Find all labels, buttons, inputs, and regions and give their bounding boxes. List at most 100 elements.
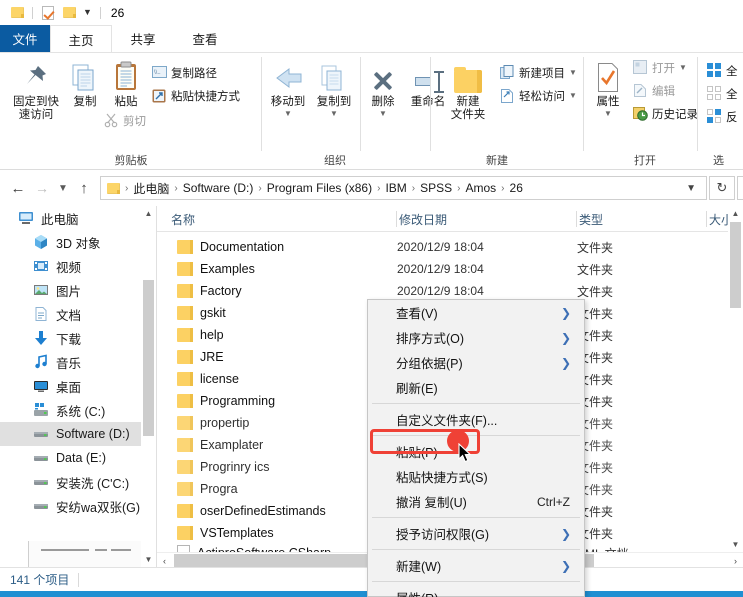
new-item-button[interactable]: 新建项目 ▼ — [500, 63, 577, 82]
tab-home[interactable]: 主页 — [50, 25, 112, 52]
open-button[interactable]: 打开 ▼ — [633, 58, 687, 77]
chevron-down-icon[interactable]: ▼ — [679, 63, 687, 72]
properties-doc-icon[interactable] — [39, 4, 57, 22]
column-header-type[interactable]: 类型 — [579, 206, 707, 232]
select-all-button[interactable]: 全 — [707, 61, 738, 80]
tab-share[interactable]: 共享 — [112, 25, 174, 52]
menu-item-refresh[interactable]: 刷新(E) — [368, 375, 584, 400]
forward-button[interactable]: → — [30, 176, 54, 200]
chevron-down-icon[interactable]: ▼ — [284, 109, 292, 118]
tab-view[interactable]: 查看 — [174, 25, 236, 52]
search-input[interactable] — [737, 176, 743, 200]
sidebar-item-music[interactable]: 音乐 — [0, 350, 156, 374]
file-list-vertical-scrollbar[interactable]: ▲ ▼ — [728, 206, 743, 552]
file-name-cell: VSTemplates — [177, 526, 274, 540]
move-to-button[interactable]: 移动到 ▼ — [265, 59, 311, 118]
new-folder-button[interactable]: 新建 文件夹 — [440, 59, 496, 122]
sidebar-item-install-drive[interactable]: 安装洗 (C'C:) — [0, 470, 156, 494]
breadcrumb-item-1[interactable]: Software (D:) — [180, 181, 257, 195]
videos-icon — [33, 258, 49, 274]
navigation-pane-scrollbar[interactable]: ▲ ▼ — [141, 206, 156, 567]
paste-button[interactable]: 粘贴 — [104, 59, 148, 109]
breadcrumb-item-0[interactable]: 此电脑 — [130, 180, 172, 197]
easy-access-button[interactable]: 轻松访问 ▼ — [500, 86, 577, 105]
scroll-up-arrow-icon[interactable]: ▲ — [141, 206, 156, 221]
table-row[interactable]: Examples 2020/12/9 18:04 文件夹 — [157, 258, 743, 280]
menu-item-sort-by[interactable]: 排序方式(O) ❯ — [368, 325, 584, 350]
scroll-down-arrow-icon[interactable]: ▼ — [728, 537, 743, 552]
breadcrumb-item-4[interactable]: SPSS — [417, 181, 455, 195]
sidebar-item-3d-objects[interactable]: 3D 对象 — [0, 230, 156, 254]
sidebar-item-desktop[interactable]: 桌面 — [0, 374, 156, 398]
history-button[interactable]: 历史记录 — [633, 104, 698, 123]
pin-to-quick-access-button[interactable]: 固定到快 速访问 — [6, 59, 66, 122]
invert-selection-button[interactable]: 反 — [707, 107, 738, 126]
breadcrumb-separator: › — [411, 182, 416, 194]
music-icon — [33, 354, 49, 370]
edit-icon — [633, 83, 648, 99]
chevron-down-icon[interactable]: ▼ — [330, 109, 338, 118]
menu-item-group-by[interactable]: 分组依据(P) ❯ — [368, 350, 584, 375]
folder-icon[interactable] — [8, 4, 26, 22]
scroll-left-arrow-icon[interactable]: ‹ — [157, 553, 172, 567]
sidebar-item-documents[interactable]: 文档 — [0, 302, 156, 326]
up-button[interactable]: ↑ — [72, 176, 96, 200]
menu-item-undo-copy[interactable]: 撤消 复制(U) Ctrl+Z — [368, 489, 584, 514]
sidebar-item-videos[interactable]: 视频 — [0, 254, 156, 278]
scroll-right-arrow-icon[interactable]: › — [728, 553, 743, 567]
column-header-name[interactable]: 名称 — [171, 206, 397, 232]
sidebar-item-system-c[interactable]: 系统 (C:) — [0, 398, 156, 422]
file-name-cell: Factory — [177, 284, 242, 298]
new-item-icon — [500, 64, 515, 81]
breadcrumb-separator: › — [258, 182, 262, 194]
menu-item-new[interactable]: 新建(W) ❯ — [368, 553, 584, 578]
menu-item-paste-shortcut[interactable]: 粘贴快捷方式(S) — [368, 464, 584, 489]
new-folder-icon[interactable] — [60, 4, 78, 22]
divider — [78, 572, 80, 587]
menu-item-grant-access[interactable]: 授予访问权限(G) ❯ — [368, 521, 584, 546]
copy-path-button[interactable]: \\.. 复制路径 — [152, 63, 217, 82]
refresh-button[interactable]: ↻ — [709, 176, 735, 200]
chevron-down-icon[interactable]: ▼ — [569, 68, 577, 77]
tab-file[interactable]: 文件 — [0, 25, 50, 52]
select-none-button[interactable]: 全 — [707, 84, 738, 103]
menu-item-view[interactable]: 查看(V) ❯ — [368, 300, 584, 325]
column-header-date[interactable]: 修改日期 — [399, 206, 577, 232]
scroll-down-arrow-icon[interactable]: ▼ — [141, 552, 156, 567]
edit-button[interactable]: 编辑 — [633, 81, 675, 100]
scrollbar-thumb[interactable] — [143, 280, 154, 436]
svg-text:\\..: \\.. — [154, 70, 161, 76]
paste-shortcut-button[interactable]: 粘贴快捷方式 — [152, 86, 240, 105]
breadcrumb[interactable]: › 此电脑 › Software (D:) › Program Files (x… — [100, 176, 707, 200]
cut-button[interactable]: 剪切 — [104, 111, 146, 130]
paste-label: 粘贴 — [114, 96, 138, 108]
scrollbar-thumb[interactable] — [730, 222, 741, 308]
sidebar-item-g-drive[interactable]: 安纺wa双张(G) — [0, 494, 156, 518]
sidebar-item-software-d[interactable]: Software (D:) — [0, 422, 156, 446]
chevron-down-icon[interactable]: ▼ — [680, 183, 702, 194]
menu-separator — [372, 549, 580, 550]
table-row[interactable]: Documentation 2020/12/9 18:04 文件夹 — [157, 236, 743, 258]
new-item-label: 新建项目 — [519, 67, 565, 80]
breadcrumb-item-6[interactable]: 26 — [507, 181, 526, 195]
breadcrumb-item-2[interactable]: Program Files (x86) — [264, 181, 375, 195]
properties-button[interactable]: 属性 ▼ — [587, 59, 629, 118]
copy-to-button[interactable]: 复制到 ▼ — [311, 59, 357, 118]
back-button[interactable]: ← — [6, 176, 30, 200]
recent-locations-button[interactable]: ▼ — [54, 176, 72, 200]
delete-button[interactable]: 删除 ▼ — [363, 59, 403, 118]
menu-item-properties[interactable]: 属性(R) — [368, 585, 584, 597]
sidebar-item-data-e[interactable]: Data (E:) — [0, 446, 156, 470]
customize-caret-icon[interactable]: ▼ — [83, 8, 92, 17]
scissors-icon — [104, 113, 119, 129]
sidebar-item-pictures[interactable]: 图片 — [0, 278, 156, 302]
sidebar-item-this-pc[interactable]: 此电脑 — [0, 206, 156, 230]
chevron-down-icon[interactable]: ▼ — [604, 109, 612, 118]
copy-button[interactable]: 复制 — [64, 59, 106, 109]
breadcrumb-item-5[interactable]: Amos — [462, 181, 499, 195]
breadcrumb-item-3[interactable]: IBM — [382, 181, 409, 195]
scroll-up-arrow-icon[interactable]: ▲ — [728, 206, 743, 221]
sidebar-item-downloads[interactable]: 下载 — [0, 326, 156, 350]
chevron-down-icon[interactable]: ▼ — [569, 91, 577, 100]
chevron-down-icon[interactable]: ▼ — [379, 109, 387, 118]
